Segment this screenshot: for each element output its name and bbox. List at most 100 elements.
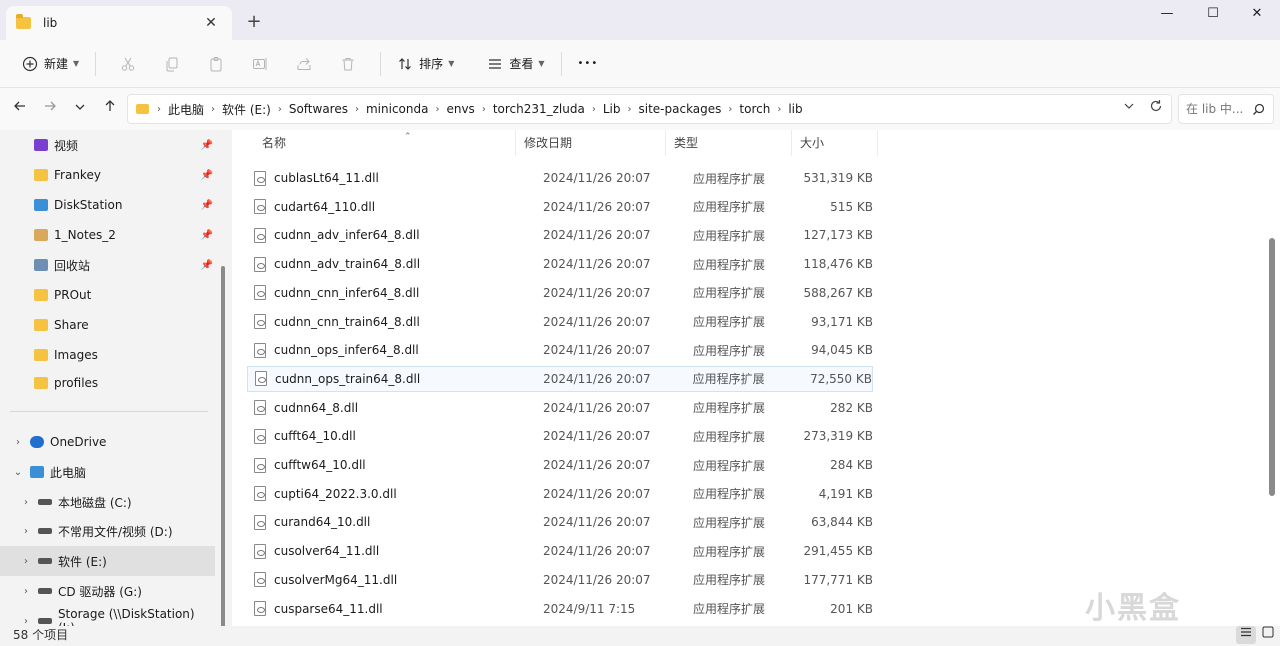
search-input[interactable] bbox=[1186, 102, 1248, 116]
rename-button[interactable] bbox=[238, 48, 282, 80]
paste-button[interactable] bbox=[194, 48, 238, 80]
file-size: 72,550 KB bbox=[810, 371, 872, 386]
close-window-button[interactable]: ✕ bbox=[1234, 0, 1280, 28]
maximize-button[interactable]: ☐ bbox=[1190, 0, 1236, 28]
sidebar-item-drive-d[interactable]: › 不常用文件/视频 (D:) bbox=[0, 516, 215, 546]
file-row[interactable]: cudnn_cnn_infer64_8.dll 2024/11/26 20:07 应… bbox=[247, 280, 873, 306]
sidebar-item-drive-g[interactable]: › CD 驱动器 (G:) bbox=[0, 576, 215, 606]
address-dropdown-button[interactable] bbox=[1123, 100, 1135, 115]
file-row[interactable]: cupti64_2022.3.0.dll 2024/11/26 20:07 应用程序… bbox=[247, 481, 873, 507]
column-header-name[interactable]: ⌃ 名称 bbox=[254, 130, 516, 156]
sidebar-scrollbar[interactable] bbox=[218, 130, 228, 642]
forward-button[interactable] bbox=[36, 95, 64, 123]
breadcrumb-separator-icon: › bbox=[354, 103, 359, 115]
breadcrumb-item[interactable]: Lib bbox=[603, 102, 621, 116]
file-row[interactable]: cudnn_ops_infer64_8.dll 2024/11/26 20:07 应… bbox=[247, 337, 873, 363]
search-box[interactable] bbox=[1178, 94, 1274, 124]
column-header-label: 修改日期 bbox=[524, 136, 573, 150]
breadcrumb-item[interactable]: envs bbox=[446, 102, 474, 116]
sidebar-item-share[interactable]: Share bbox=[0, 310, 215, 340]
view-button[interactable]: 查看 ▼ bbox=[481, 48, 550, 80]
file-modified-date: 2024/11/26 20:07 bbox=[543, 314, 651, 329]
column-header-type[interactable]: 类型 bbox=[666, 130, 792, 156]
file-row[interactable]: cusolver64_11.dll 2024/11/26 20:07 应用程序扩展 2… bbox=[247, 538, 873, 564]
file-row[interactable]: cusolverMg64_11.dll 2024/11/26 20:07 应用程序扩… bbox=[247, 567, 873, 593]
sidebar-item-profiles[interactable]: profiles bbox=[0, 368, 215, 398]
drive-icon bbox=[38, 499, 52, 505]
delete-button[interactable] bbox=[326, 48, 370, 80]
chevron-down-icon[interactable]: ⌄ bbox=[12, 467, 24, 478]
sidebar-item-notes[interactable]: 1_Notes_2 📌 bbox=[0, 220, 215, 250]
close-tab-button[interactable]: ✕ bbox=[200, 15, 222, 31]
breadcrumb-item[interactable]: lib bbox=[788, 102, 802, 116]
folder-icon bbox=[34, 377, 48, 389]
share-button[interactable] bbox=[282, 48, 326, 80]
sidebar-item-images[interactable]: Images bbox=[0, 340, 215, 370]
file-row[interactable]: cufft64_10.dll 2024/11/26 20:07 应用程序扩展 273,… bbox=[247, 423, 873, 449]
file-row[interactable]: cufftw64_10.dll 2024/11/26 20:07 应用程序扩展 284… bbox=[247, 452, 873, 478]
file-row[interactable]: cudart64_110.dll 2024/11/26 20:07 应用程序扩展 51… bbox=[247, 194, 873, 220]
new-button[interactable]: 新建 ▼ bbox=[16, 48, 85, 80]
chevron-right-icon[interactable]: › bbox=[20, 586, 32, 597]
scrollbar-thumb[interactable] bbox=[221, 266, 225, 642]
sidebar-item-videos[interactable]: 视频 📌 bbox=[0, 130, 215, 160]
dll-file-icon bbox=[254, 572, 266, 588]
sidebar-item-frankey[interactable]: Frankey 📌 bbox=[0, 160, 215, 190]
file-modified-date: 2024/9/11 7:15 bbox=[543, 601, 636, 616]
column-header-label: 类型 bbox=[674, 136, 699, 150]
breadcrumb-item[interactable]: 此电脑 bbox=[168, 101, 204, 118]
tab-lib[interactable]: lib ✕ bbox=[6, 6, 232, 40]
tiles-view-button[interactable] bbox=[1258, 626, 1278, 644]
breadcrumb-item[interactable]: miniconda bbox=[366, 102, 428, 116]
sidebar-item-drive-i[interactable]: › Storage (\\DiskStation) (I:) bbox=[0, 606, 215, 626]
refresh-button[interactable] bbox=[1149, 99, 1163, 117]
chevron-right-icon[interactable]: › bbox=[20, 616, 32, 627]
sort-button[interactable]: 排序 ▼ bbox=[391, 48, 460, 80]
sidebar-item-this-pc[interactable]: ⌄ 此电脑 bbox=[0, 457, 215, 487]
breadcrumb-item[interactable]: 软件 (E:) bbox=[222, 101, 271, 118]
file-name: cupti64_2022.3.0.dll bbox=[274, 486, 397, 501]
up-button[interactable] bbox=[96, 95, 124, 123]
file-row[interactable]: cudnn_ops_train64_8.dll 2024/11/26 20:07 应… bbox=[247, 365, 873, 392]
file-row[interactable]: cudnn_cnn_train64_8.dll 2024/11/26 20:07 应… bbox=[247, 309, 873, 335]
file-size: 531,319 KB bbox=[803, 171, 873, 185]
details-view-button[interactable] bbox=[1236, 626, 1256, 644]
sidebar-item-prout[interactable]: PROut bbox=[0, 280, 215, 310]
copy-button[interactable] bbox=[150, 48, 194, 80]
file-row[interactable]: cublasLt64_11.dll 2024/11/26 20:07 应用程序扩展 5… bbox=[247, 165, 873, 191]
column-header-size[interactable]: 大小 bbox=[792, 130, 878, 156]
image-folder-icon bbox=[34, 229, 48, 241]
sidebar-item-drive-e[interactable]: › 软件 (E:) bbox=[0, 546, 215, 576]
sidebar-item-drive-c[interactable]: › 本地磁盘 (C:) bbox=[0, 487, 215, 517]
recent-locations-button[interactable] bbox=[66, 95, 94, 123]
back-button[interactable] bbox=[6, 95, 34, 123]
breadcrumb-item[interactable]: Softwares bbox=[289, 102, 348, 116]
address-bar[interactable]: › 此电脑 › 软件 (E:) › Softwares › miniconda … bbox=[127, 94, 1172, 124]
column-header-date[interactable]: 修改日期 bbox=[516, 130, 666, 156]
chevron-right-icon[interactable]: › bbox=[20, 556, 32, 567]
sidebar-item-recycle-bin[interactable]: 回收站 📌 bbox=[0, 250, 215, 280]
share-icon bbox=[297, 57, 311, 70]
more-options-button[interactable]: ••• bbox=[572, 48, 605, 80]
sidebar-item-diskstation[interactable]: DiskStation 📌 bbox=[0, 190, 215, 220]
new-tab-button[interactable]: + bbox=[244, 12, 264, 32]
file-row[interactable]: cudnn64_8.dll 2024/11/26 20:07 应用程序扩展 282 K… bbox=[247, 395, 873, 421]
breadcrumb-item[interactable]: torch bbox=[739, 102, 770, 116]
scrollbar-thumb[interactable] bbox=[1269, 238, 1275, 496]
cut-button[interactable] bbox=[106, 48, 150, 80]
file-type: 应用程序扩展 bbox=[693, 429, 766, 444]
file-row[interactable]: cusparse64_11.dll 2024/9/11 7:15 应用程序扩展 201… bbox=[247, 596, 873, 622]
chevron-right-icon[interactable]: › bbox=[20, 526, 32, 537]
chevron-right-icon[interactable]: › bbox=[20, 497, 32, 508]
file-type: 应用程序扩展 bbox=[693, 200, 766, 215]
file-size: 177,771 KB bbox=[803, 572, 873, 587]
breadcrumb-item[interactable]: torch231_zluda bbox=[493, 102, 585, 116]
chevron-right-icon[interactable]: › bbox=[12, 437, 24, 448]
breadcrumb-item[interactable]: site-packages bbox=[639, 102, 722, 116]
file-row[interactable]: curand64_10.dll 2024/11/26 20:07 应用程序扩展 63,… bbox=[247, 509, 873, 535]
minimize-button[interactable]: — bbox=[1144, 0, 1190, 28]
file-row[interactable]: cudnn_adv_train64_8.dll 2024/11/26 20:07 应… bbox=[247, 251, 873, 277]
file-list-scrollbar[interactable] bbox=[1266, 130, 1278, 626]
sidebar-item-onedrive[interactable]: › OneDrive bbox=[0, 427, 215, 457]
file-row[interactable]: cudnn_adv_infer64_8.dll 2024/11/26 20:07 应… bbox=[247, 222, 873, 248]
